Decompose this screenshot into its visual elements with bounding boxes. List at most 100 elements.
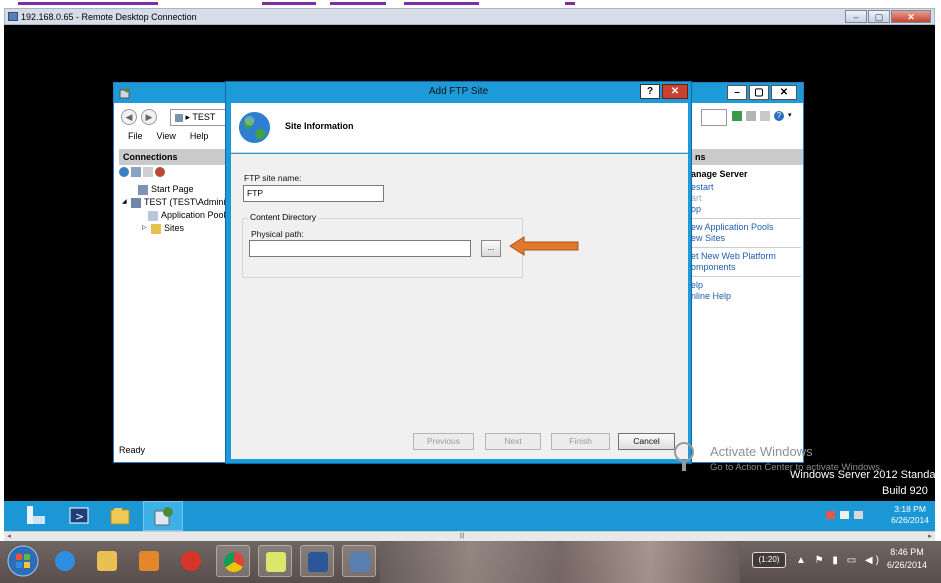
top-decoration bbox=[0, 0, 941, 8]
connect-icon[interactable] bbox=[119, 167, 129, 177]
start-button-icon[interactable] bbox=[6, 544, 40, 578]
physical-path-input[interactable] bbox=[249, 240, 471, 257]
chevron-down-icon[interactable]: ▾ bbox=[788, 111, 794, 121]
notes-button[interactable] bbox=[258, 545, 292, 577]
close-button[interactable]: ✕ bbox=[891, 10, 931, 23]
iis-minimize-button[interactable]: – bbox=[727, 85, 747, 100]
svg-text:>: > bbox=[75, 510, 84, 523]
scroll-right-icon[interactable]: ▸ bbox=[925, 532, 935, 541]
watermark-title: Activate Windows bbox=[710, 444, 813, 459]
server-clock[interactable]: 3:18 PM 6/26/2014 bbox=[891, 504, 929, 526]
internet-explorer-button[interactable] bbox=[48, 545, 82, 577]
sites-folder-icon bbox=[151, 223, 161, 234]
action-get-web-platform[interactable]: et New Web Platform bbox=[691, 251, 801, 262]
back-button[interactable]: ◀ bbox=[121, 109, 137, 125]
horizontal-scrollbar[interactable]: ◂ ||| ▸ bbox=[4, 531, 935, 541]
server-taskbar: > 3:18 PM 6/26/2014 bbox=[4, 501, 935, 531]
collapse-icon[interactable]: ◢ bbox=[122, 196, 128, 209]
maximize-button[interactable]: ▢ bbox=[868, 10, 890, 23]
help-icon[interactable]: ? bbox=[774, 111, 784, 121]
actions-heading: anage Server bbox=[691, 169, 748, 179]
status-text: Ready bbox=[119, 445, 146, 455]
save-icon[interactable] bbox=[131, 167, 141, 177]
dialog-help-button[interactable]: ? bbox=[640, 84, 660, 99]
server-manager-icon[interactable] bbox=[24, 504, 48, 528]
chrome-button[interactable] bbox=[216, 545, 250, 577]
taskbar-iis-active[interactable] bbox=[143, 501, 183, 531]
dialog-header: Site Information bbox=[231, 103, 688, 153]
file-explorer-icon[interactable] bbox=[108, 504, 132, 528]
os-build-text: Build 920 bbox=[882, 485, 928, 497]
dialog-title: Add FTP Site bbox=[428, 86, 489, 97]
explorer-button[interactable] bbox=[90, 545, 124, 577]
scroll-left-icon[interactable]: ◂ bbox=[4, 532, 14, 541]
action-view-app-pools[interactable]: ew Application Pools bbox=[691, 222, 801, 233]
monitor-icon bbox=[8, 12, 18, 21]
previous-button[interactable]: Previous bbox=[413, 433, 474, 450]
connections-header: Connections bbox=[119, 149, 227, 165]
finish-button[interactable]: Finish bbox=[551, 433, 610, 450]
iis-maximize-button[interactable]: ▢ bbox=[749, 85, 769, 100]
server-date: 6/26/2014 bbox=[891, 515, 929, 525]
action-stop[interactable]: op bbox=[691, 204, 801, 215]
action-help[interactable]: elp bbox=[691, 280, 801, 291]
address-field[interactable] bbox=[701, 109, 727, 126]
action-view-sites[interactable]: ew Sites bbox=[691, 233, 801, 244]
actions-pane: anage Server estart art op ew Applicatio… bbox=[691, 169, 801, 302]
breadcrumb-separator: ▸ bbox=[185, 112, 191, 122]
word-icon bbox=[308, 552, 328, 572]
forward-button[interactable]: ▶ bbox=[141, 109, 157, 125]
menu-view[interactable]: View bbox=[157, 131, 176, 141]
iis-close-button[interactable]: ✕ bbox=[771, 85, 797, 100]
dialog-body: FTP site name: FTP Content Directory Phy… bbox=[231, 154, 688, 459]
site-name-input[interactable]: FTP bbox=[243, 185, 384, 202]
globe-icon bbox=[238, 111, 271, 144]
home-icon[interactable] bbox=[760, 111, 770, 121]
cancel-button[interactable]: Cancel bbox=[618, 433, 675, 450]
media-player-button[interactable] bbox=[132, 545, 166, 577]
server-tray-icons[interactable] bbox=[826, 509, 866, 521]
server-icon bbox=[175, 113, 183, 122]
actions-header: ns bbox=[691, 149, 803, 165]
server-time: 3:18 PM bbox=[894, 504, 926, 514]
battery-indicator[interactable]: (1:20) bbox=[752, 552, 786, 568]
start-page-icon bbox=[138, 184, 148, 195]
iis-taskbar-icon bbox=[154, 507, 173, 526]
chrome-icon bbox=[224, 552, 244, 572]
tree-item-application-pools[interactable]: Application Pools bbox=[122, 209, 235, 222]
go-icon[interactable] bbox=[732, 111, 742, 121]
sticky-notes-icon bbox=[266, 552, 286, 572]
expand-icon[interactable]: ▷ bbox=[142, 222, 148, 235]
dialog-close-button[interactable]: ✕ bbox=[662, 84, 688, 99]
stop-icon[interactable] bbox=[746, 111, 756, 121]
powershell-icon[interactable]: > bbox=[67, 504, 91, 528]
next-button[interactable]: Next bbox=[485, 433, 541, 450]
ie-icon bbox=[55, 551, 75, 571]
menu-help[interactable]: Help bbox=[190, 131, 209, 141]
browse-button[interactable]: ... bbox=[481, 240, 501, 257]
connections-toolbar bbox=[119, 167, 165, 177]
menu-file[interactable]: File bbox=[128, 131, 143, 141]
breadcrumb[interactable]: ▸ TEST bbox=[170, 109, 230, 126]
host-date: 6/26/2014 bbox=[886, 560, 927, 570]
disconnect-icon[interactable] bbox=[155, 167, 165, 177]
tray-icons[interactable]: ▲ ⚑ ▮ ▭ ◀) bbox=[796, 555, 882, 566]
action-get-web-platform-2[interactable]: omponents bbox=[691, 262, 801, 273]
red-app-icon bbox=[181, 551, 201, 571]
tree-item-sites[interactable]: ▷ Sites bbox=[122, 222, 235, 235]
action-start[interactable]: art bbox=[691, 193, 801, 204]
action-restart[interactable]: estart bbox=[691, 182, 801, 193]
action-online-help[interactable]: nline Help bbox=[691, 291, 801, 302]
remote-desktop-button[interactable] bbox=[342, 545, 376, 577]
app-button-red[interactable] bbox=[174, 545, 208, 577]
word-button[interactable] bbox=[300, 545, 334, 577]
host-clock[interactable]: 8:46 PM 6/26/2014 bbox=[887, 546, 927, 572]
up-icon[interactable] bbox=[143, 167, 153, 177]
host-taskbar: (1:20) ▲ ⚑ ▮ ▭ ◀) 8:46 PM 6/26/2014 bbox=[0, 541, 941, 583]
minimize-button[interactable]: – bbox=[845, 10, 867, 23]
tree-item-server[interactable]: ◢ TEST (TEST\Administr bbox=[122, 196, 235, 209]
watermark-clock-icon bbox=[673, 441, 694, 473]
tree-item-start-page[interactable]: Start Page bbox=[122, 183, 235, 196]
scroll-grip[interactable]: ||| bbox=[455, 533, 469, 540]
content-directory-caption: Content Directory bbox=[248, 212, 319, 222]
